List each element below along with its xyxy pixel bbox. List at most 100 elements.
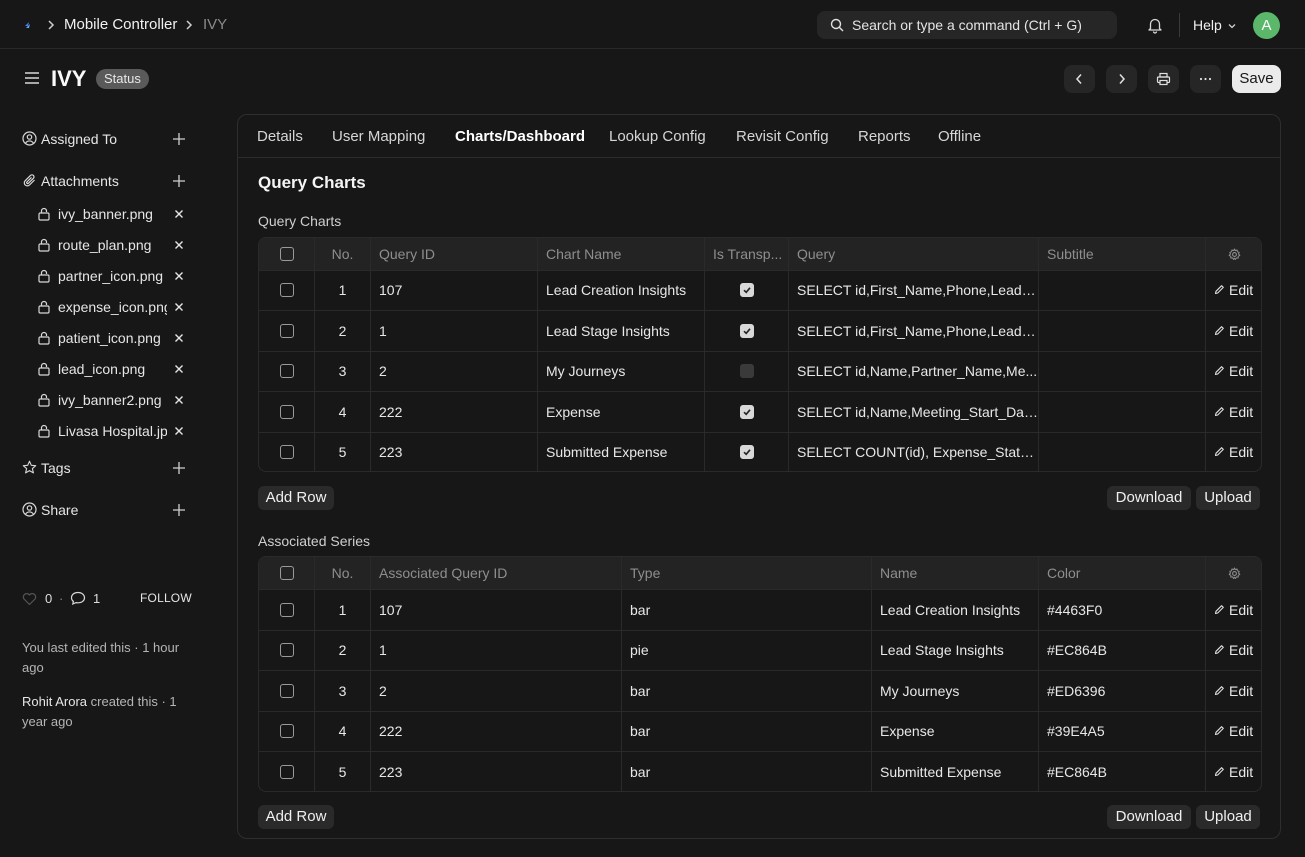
tab-lookup-config[interactable]: Lookup Config [609, 128, 706, 146]
cell-edit[interactable]: Edit [1205, 392, 1261, 432]
cell-no[interactable]: 2 [314, 631, 370, 670]
row-select-cell[interactable] [259, 712, 314, 751]
row-select-cell[interactable] [259, 392, 314, 432]
cell-chart-name[interactable]: Lead Stage Insights [537, 311, 704, 351]
row-checkbox[interactable] [279, 445, 294, 459]
attachment-name[interactable]: lead_icon.png [58, 361, 167, 378]
sidebar-share[interactable]: Share [22, 500, 192, 520]
cell-chart-name[interactable]: Submitted Expense [537, 433, 704, 471]
attachment-item[interactable]: Livasa Hospital.jpg [37, 421, 192, 441]
table-row[interactable]: 4 222 Expense SELECT id,Name,Meeting_Start_… [259, 391, 1261, 432]
cell-is-transparent[interactable] [704, 311, 788, 351]
row-select-cell[interactable] [259, 352, 314, 391]
cell-associated-query-id[interactable]: 1 [370, 631, 621, 670]
remove-attachment-icon[interactable] [174, 271, 184, 281]
cell-edit[interactable]: Edit [1205, 311, 1261, 351]
cell-color[interactable]: #EC864B [1038, 752, 1205, 791]
cell-color[interactable]: #EC864B [1038, 631, 1205, 670]
cell-edit[interactable]: Edit [1205, 590, 1261, 630]
cell-edit[interactable]: Edit [1205, 671, 1261, 711]
cell-query[interactable]: SELECT COUNT(id), Expense_Statu... [788, 433, 1038, 471]
attachment-name[interactable]: Livasa Hospital.jpg [58, 423, 167, 440]
select-all-checkbox[interactable] [279, 566, 294, 580]
help-menu[interactable]: Help [1193, 17, 1222, 34]
row-checkbox[interactable] [279, 283, 294, 297]
creator-name[interactable]: Rohit Arora [22, 694, 87, 709]
cell-no[interactable]: 4 [314, 712, 370, 751]
table-row[interactable]: 5 223 Submitted Expense SELECT COUNT(id), E… [259, 432, 1261, 471]
row-select-cell[interactable] [259, 433, 314, 471]
table-row[interactable]: 1 107 bar Lead Creation Insights #4463F0 Edit [259, 589, 1261, 630]
remove-attachment-icon[interactable] [174, 333, 184, 343]
cell-subtitle[interactable] [1038, 311, 1205, 351]
bell-icon[interactable] [1146, 16, 1164, 34]
attachment-name[interactable]: patient_icon.png [58, 330, 167, 347]
attachment-item[interactable]: lead_icon.png [37, 359, 192, 379]
previous-button[interactable] [1064, 65, 1095, 93]
add-tag-icon[interactable] [172, 461, 186, 475]
row-select-cell[interactable] [259, 271, 314, 310]
cell-edit[interactable]: Edit [1205, 271, 1261, 310]
upload-button[interactable]: Upload [1196, 486, 1260, 510]
tab-details[interactable]: Details [257, 128, 303, 146]
cell-name[interactable]: My Journeys [871, 671, 1038, 711]
cell-chart-name[interactable]: Expense [537, 392, 704, 432]
header-checkbox-cell[interactable] [259, 557, 314, 589]
tab-reports[interactable]: Reports [858, 128, 911, 146]
cell-is-transparent[interactable] [704, 433, 788, 471]
hamburger-icon[interactable] [24, 70, 40, 86]
cell-name[interactable]: Expense [871, 712, 1038, 751]
breadcrumb-mobile-controller[interactable]: Mobile Controller [64, 16, 177, 34]
more-options-button[interactable] [1190, 65, 1221, 93]
cell-subtitle[interactable] [1038, 433, 1205, 471]
tab-charts-dashboard[interactable]: Charts/Dashboard [455, 128, 585, 146]
cell-type[interactable]: bar [621, 712, 871, 751]
sidebar-attachments[interactable]: Attachments [22, 171, 192, 191]
app-logo-icon[interactable] [20, 17, 36, 33]
cell-no[interactable]: 2 [314, 311, 370, 351]
cell-query-id[interactable]: 223 [370, 433, 537, 471]
table-row[interactable]: 4 222 bar Expense #39E4A5 Edit [259, 711, 1261, 751]
cell-type[interactable]: bar [621, 671, 871, 711]
add-row-button[interactable]: Add Row [258, 805, 334, 829]
cell-edit[interactable]: Edit [1205, 433, 1261, 471]
row-select-cell[interactable] [259, 311, 314, 351]
checked-checkbox[interactable] [740, 404, 754, 419]
cell-subtitle[interactable] [1038, 392, 1205, 432]
add-share-icon[interactable] [172, 503, 186, 517]
remove-attachment-icon[interactable] [174, 240, 184, 250]
remove-attachment-icon[interactable] [174, 395, 184, 405]
tab-user-mapping[interactable]: User Mapping [332, 128, 425, 146]
print-button[interactable] [1148, 65, 1179, 93]
attachment-name[interactable]: route_plan.png [58, 237, 167, 254]
cell-edit[interactable]: Edit [1205, 352, 1261, 391]
cell-no[interactable]: 1 [314, 271, 370, 310]
attachment-item[interactable]: route_plan.png [37, 235, 192, 255]
row-checkbox[interactable] [279, 602, 294, 617]
attachment-name[interactable]: ivy_banner2.png [58, 392, 167, 409]
follow-button[interactable]: FOLLOW [140, 591, 192, 605]
cell-color[interactable]: #39E4A5 [1038, 712, 1205, 751]
attachment-name[interactable]: ivy_banner.png [58, 206, 167, 223]
cell-is-transparent[interactable] [704, 392, 788, 432]
comment-icon[interactable] [70, 591, 86, 606]
cell-is-transparent[interactable] [704, 352, 788, 391]
breadcrumb-ivy[interactable]: IVY [203, 16, 227, 34]
header-checkbox-cell[interactable] [259, 238, 314, 270]
table-row[interactable]: 3 2 My Journeys SELECT id,Name,Partner_Name… [259, 351, 1261, 391]
cell-color[interactable]: #ED6396 [1038, 671, 1205, 711]
cell-query-id[interactable]: 2 [370, 352, 537, 391]
attachment-name[interactable]: partner_icon.png [58, 268, 167, 285]
cell-edit[interactable]: Edit [1205, 631, 1261, 670]
attachment-item[interactable]: ivy_banner.png [37, 204, 192, 224]
avatar[interactable]: A [1253, 12, 1280, 39]
cell-query[interactable]: SELECT id,Name,Meeting_Start_Dat... [788, 392, 1038, 432]
tab-revisit-config[interactable]: Revisit Config [736, 128, 829, 146]
gear-icon[interactable] [1228, 248, 1241, 261]
row-checkbox[interactable] [279, 404, 294, 419]
attachment-item[interactable]: partner_icon.png [37, 266, 192, 286]
sidebar-assigned-to[interactable]: Assigned To [22, 129, 192, 149]
header-settings-cell[interactable] [1205, 557, 1261, 589]
cell-associated-query-id[interactable]: 2 [370, 671, 621, 711]
cell-chart-name[interactable]: My Journeys [537, 352, 704, 391]
